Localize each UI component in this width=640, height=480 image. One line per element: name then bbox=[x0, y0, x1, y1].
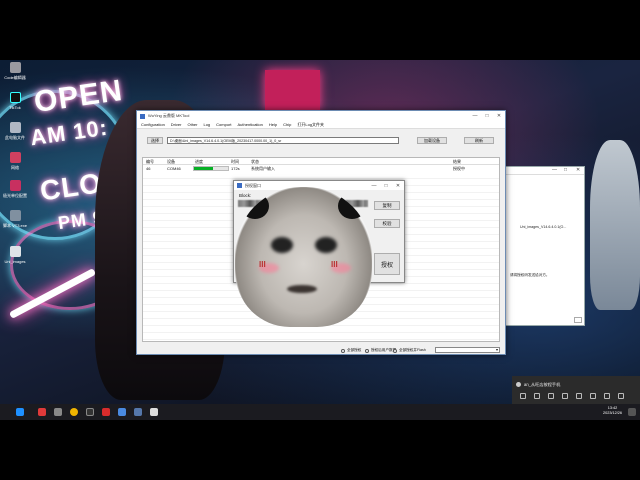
menu-authentication[interactable]: Authentication bbox=[238, 122, 263, 127]
menu-chip[interactable]: Chip bbox=[283, 122, 291, 127]
menu-configuration[interactable]: Configuration bbox=[141, 122, 165, 127]
start-icon[interactable] bbox=[16, 408, 24, 416]
cell-status: 系统用户输入 bbox=[251, 166, 275, 171]
app-icon bbox=[9, 62, 21, 73]
robot-figure bbox=[590, 140, 640, 310]
app-icon[interactable] bbox=[54, 408, 62, 416]
mic-icon[interactable] bbox=[548, 393, 554, 399]
app-icon[interactable] bbox=[134, 408, 142, 416]
mode-select[interactable]: ▾ bbox=[435, 347, 500, 353]
clock[interactable]: 13:42 2023/12/26 bbox=[603, 406, 622, 416]
close-button[interactable]: ✕ bbox=[392, 183, 404, 189]
app-icon bbox=[140, 113, 145, 119]
app-icon[interactable] bbox=[38, 408, 46, 416]
cell-time: 172s bbox=[231, 166, 240, 171]
neon-word: OPEN bbox=[32, 73, 125, 120]
radio-all-auth-flash[interactable]: 全部授权并Flash bbox=[393, 348, 426, 353]
table-row[interactable]: 46 COM46 172s 系统用户输入 授权中 bbox=[143, 165, 499, 172]
desktop-icon[interactable]: 脚本 VT3.exe bbox=[0, 210, 30, 228]
progress-bar bbox=[193, 166, 229, 171]
menu-comport[interactable]: Comport bbox=[216, 122, 231, 127]
meme-mark: III bbox=[331, 260, 338, 269]
desktop-icon[interactable]: 极光单位配置 bbox=[0, 180, 30, 198]
minimize-button[interactable]: — bbox=[368, 183, 380, 189]
meme-ear bbox=[241, 193, 269, 219]
authorize-button[interactable]: 授权 bbox=[374, 253, 400, 275]
app-icon bbox=[9, 180, 21, 191]
toolbar: 选择 D:\桌面\Uni_images_V14.6.4.0.1(OEM版_202… bbox=[137, 135, 505, 147]
bottom-options: 全部授权 授权后用户数据 全部授权并Flash ▾ bbox=[137, 345, 505, 355]
select-button[interactable]: 选择 bbox=[147, 137, 163, 144]
explorer-window[interactable]: — □ ✕ Uni_images_V14.6.4.0.1(O... 请将授权码发… bbox=[505, 166, 585, 326]
minimize-icon[interactable]: — bbox=[552, 167, 557, 173]
load-device-button[interactable]: 加载设备 bbox=[417, 137, 447, 144]
app-icon[interactable] bbox=[86, 408, 94, 416]
sound-icon[interactable] bbox=[562, 393, 568, 399]
menu-driver[interactable]: Driver bbox=[171, 122, 182, 127]
cell-result: 授权中 bbox=[453, 166, 465, 171]
notify-icon bbox=[516, 382, 521, 387]
computer-icon bbox=[9, 122, 21, 133]
window-title: WuYing 云鼎版 MKTool bbox=[148, 113, 190, 118]
chrome-icon[interactable] bbox=[70, 408, 78, 416]
radio-all-auth[interactable]: 全部授权 bbox=[341, 348, 361, 353]
resize-handle[interactable] bbox=[574, 317, 582, 323]
cell-device: COM46 bbox=[167, 166, 181, 171]
dialog-icon bbox=[237, 183, 242, 188]
notification-text: an_从旺店按程手机 bbox=[524, 382, 561, 387]
chevron-down-icon: ▾ bbox=[495, 347, 498, 352]
desktop-icon[interactable]: 网络 bbox=[0, 152, 30, 170]
minimize-button[interactable]: — bbox=[469, 113, 481, 119]
menu-help[interactable]: Help bbox=[269, 122, 277, 127]
refresh-button[interactable]: 刷新 bbox=[464, 137, 494, 144]
meme-eye bbox=[315, 237, 337, 253]
desktop-icon[interactable]: Code编辑器 bbox=[0, 62, 30, 80]
desktop-icon[interactable]: TikTok bbox=[0, 92, 30, 110]
menu-bar: Configuration Driver Other Log Comport A… bbox=[137, 121, 505, 129]
folder-icon[interactable] bbox=[604, 393, 610, 399]
radio-auth-userdata[interactable]: 授权后用户数据 bbox=[365, 348, 396, 353]
tiktok-icon bbox=[9, 92, 21, 103]
maximize-icon[interactable]: □ bbox=[564, 167, 567, 173]
panda-meme-sticker: III III bbox=[235, 187, 372, 327]
desktop-icon[interactable]: Uni_images bbox=[0, 246, 30, 264]
neon-sign bbox=[265, 70, 320, 110]
app-icon[interactable] bbox=[118, 408, 126, 416]
notification-panel[interactable]: an_从旺店按程手机 bbox=[512, 376, 640, 404]
path-text: Uni_images_V14.6.4.0.1(O... bbox=[520, 225, 567, 229]
path-input[interactable]: D:\桌面\Uni_images_V14.6.4.0.1(OEM版_202304… bbox=[167, 137, 399, 144]
meme-mark: III bbox=[259, 260, 266, 269]
maximize-button[interactable]: □ bbox=[380, 183, 392, 189]
folder-icon bbox=[9, 246, 21, 257]
desktop-icon[interactable]: 此电脑文件 bbox=[0, 122, 30, 140]
menu-open-log-folder[interactable]: 打开Log文件夹 bbox=[297, 122, 324, 128]
record-icon[interactable] bbox=[576, 393, 582, 399]
taskbar: 13:42 2023/12/26 bbox=[0, 404, 640, 420]
progress-fill bbox=[194, 167, 213, 170]
message-icon[interactable] bbox=[520, 393, 526, 399]
title-bar[interactable]: WuYing 云鼎版 MKTool — □ ✕ bbox=[137, 111, 505, 121]
notification-icon[interactable] bbox=[628, 408, 636, 416]
cell-id: 46 bbox=[146, 166, 151, 171]
menu-log[interactable]: Log bbox=[203, 122, 210, 127]
emoji-icon[interactable] bbox=[534, 393, 540, 399]
network-icon bbox=[9, 152, 21, 163]
menu-other[interactable]: Other bbox=[187, 122, 197, 127]
meme-ear bbox=[338, 193, 366, 219]
image-icon[interactable] bbox=[618, 393, 624, 399]
script-icon bbox=[9, 210, 21, 221]
app-icon[interactable] bbox=[102, 408, 110, 416]
close-icon[interactable]: ✕ bbox=[576, 167, 580, 173]
close-button[interactable]: ✕ bbox=[493, 113, 505, 119]
note-text: 请将授权码发送给对方。 bbox=[510, 273, 550, 277]
copy-button[interactable]: 复制 bbox=[374, 201, 400, 210]
verify-button[interactable]: 校验 bbox=[374, 219, 400, 228]
send-icon[interactable] bbox=[590, 393, 596, 399]
meme-mouth bbox=[287, 285, 317, 293]
auth-dialog[interactable]: 授权窗口 — □ ✕ Block: 复制 校验 授权 III III bbox=[233, 180, 405, 327]
active-app-icon[interactable] bbox=[150, 408, 158, 416]
meme-eye bbox=[271, 237, 293, 253]
maximize-button[interactable]: □ bbox=[481, 113, 493, 119]
table-header: 编号 设备 进度 时间 状态 结果 bbox=[143, 158, 499, 165]
